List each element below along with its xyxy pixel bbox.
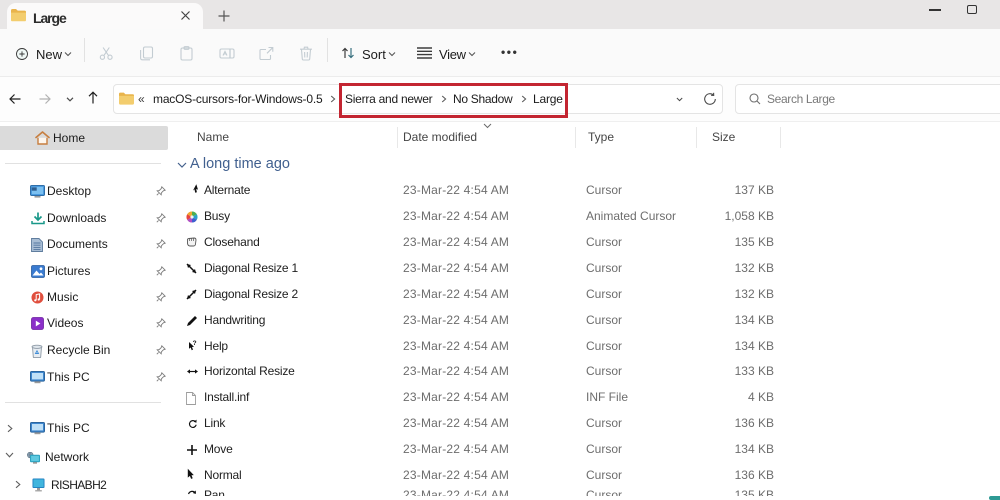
svg-text:?: ?	[193, 340, 197, 347]
